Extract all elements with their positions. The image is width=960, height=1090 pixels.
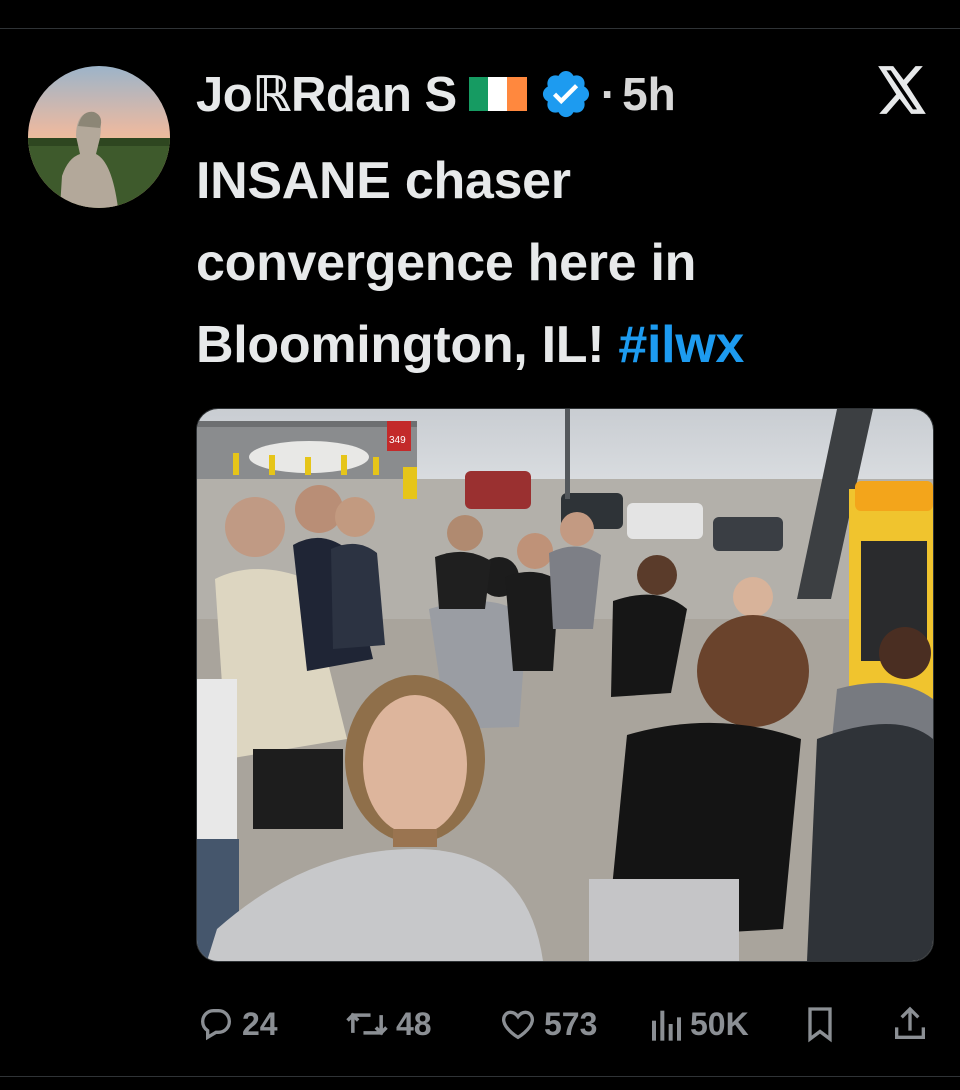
repost-count: 48: [396, 1005, 432, 1042]
views-button[interactable]: 50K: [650, 1004, 749, 1044]
x-logo-icon[interactable]: [876, 66, 928, 114]
heart-icon: [498, 1004, 538, 1044]
like-button[interactable]: 573: [498, 1004, 597, 1044]
view-count: 50K: [690, 1005, 749, 1042]
speech-bubble-icon: [196, 1004, 236, 1044]
bottom-divider: [0, 1076, 960, 1077]
reply-button[interactable]: 24: [196, 1004, 278, 1044]
timestamp-separator: ·: [600, 68, 617, 120]
bookmark-icon: [802, 1004, 838, 1044]
share-icon: [890, 1004, 930, 1044]
tweet-header: JoℝRdan S · 5h: [196, 60, 676, 128]
verified-badge-icon[interactable]: [539, 67, 593, 121]
tweet-photo[interactable]: 349: [196, 408, 934, 962]
bar-chart-icon: [650, 1004, 684, 1044]
hashtag-link[interactable]: #ilwx: [618, 316, 744, 374]
tweet-timestamp[interactable]: 5h: [622, 67, 676, 121]
bookmark-button[interactable]: [802, 1004, 838, 1044]
ireland-flag-icon: [468, 77, 527, 111]
tweet-actions-bar: 24 48 573 50K: [196, 1000, 934, 1048]
share-button[interactable]: [890, 1004, 930, 1044]
author-display-name[interactable]: JoℝRdan S: [196, 66, 457, 123]
repost-arrows-icon: [344, 1004, 390, 1044]
author-avatar[interactable]: [28, 66, 170, 208]
tweet-text: INSANE chaser convergence here in Bloomi…: [196, 140, 896, 386]
price-sign-text: 349: [389, 435, 406, 446]
like-count: 573: [544, 1005, 598, 1042]
repost-button[interactable]: 48: [344, 1004, 432, 1044]
reply-count: 24: [242, 1005, 278, 1042]
top-divider: [0, 28, 960, 29]
